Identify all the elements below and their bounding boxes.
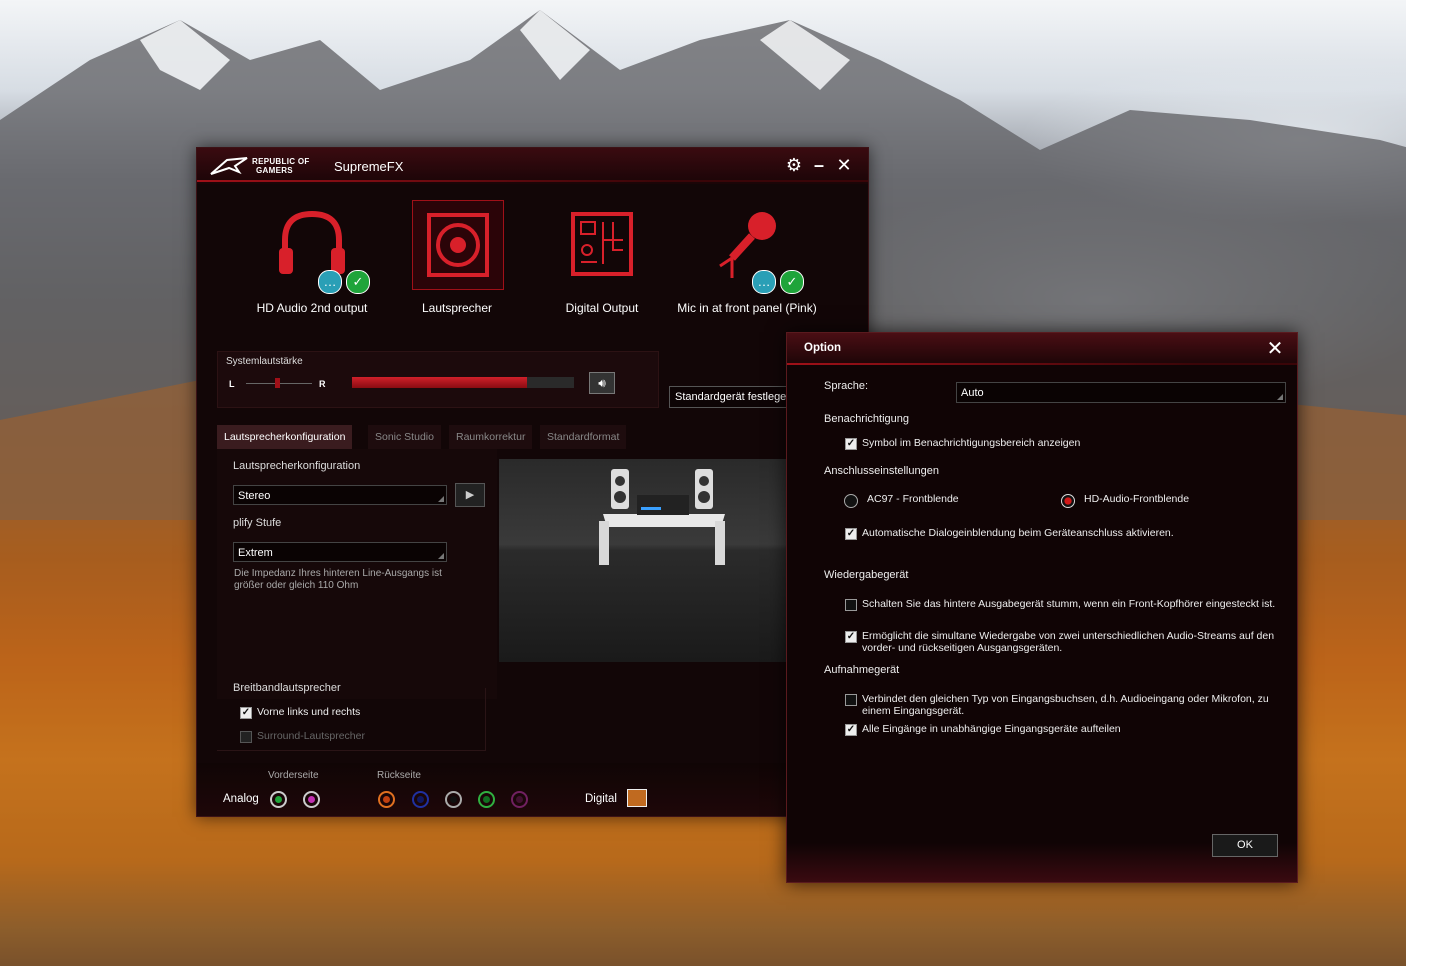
mute-rear-label: Schalten Sie das hintere Ausgabegerät st… (862, 598, 1276, 610)
front-pink-jack[interactable] (303, 791, 320, 808)
simultaneous-playback-label: Ermöglicht die simultane Wiedergabe von … (862, 630, 1275, 654)
app-title: SupremeFX (334, 159, 404, 174)
split-inputs-checkbox[interactable]: ✓ (845, 724, 857, 736)
tab-sonic-studio[interactable]: Sonic Studio (368, 425, 441, 449)
front-green-jack[interactable] (270, 791, 287, 808)
mute-rear-checkbox[interactable] (845, 599, 857, 611)
chat-badge-icon: … (318, 270, 342, 294)
ok-button[interactable]: OK (1212, 834, 1278, 857)
tab-room-correction[interactable]: Raumkorrektur (449, 425, 533, 449)
circuit-board-icon (571, 212, 633, 276)
tab-speaker-config[interactable]: Lautsprecherkonfiguration (217, 425, 353, 449)
speaker-stand-illustration (599, 469, 725, 565)
hd-audio-radio[interactable] (1061, 494, 1075, 508)
tray-icon-checkbox[interactable]: ✓ (845, 438, 857, 450)
front-left-right-label: Vorne links und rechts (257, 706, 361, 718)
tab-default-format[interactable]: Standardformat (540, 425, 627, 449)
volume-slider-fill (352, 377, 528, 388)
balance-left-label: L (229, 379, 235, 389)
back-green-jack[interactable] (478, 791, 495, 808)
back-black-jack[interactable] (445, 791, 462, 808)
amplifier-level-label: plify Stufe (233, 517, 282, 529)
ac97-radio[interactable] (844, 494, 858, 508)
system-volume-title: Systemlautstärke (226, 356, 303, 367)
language-dropdown[interactable]: Auto (956, 382, 1286, 403)
split-inputs-label: Alle Eingänge in unabhängige Eingangsger… (862, 723, 1121, 735)
speaker-mute-icon[interactable]: 🔊︎ (589, 372, 615, 394)
digital-output-icon[interactable] (627, 789, 647, 807)
impedance-info-text: Die Impedanz Ihres hinteren Line-Ausgang… (234, 568, 442, 591)
device-digital-output[interactable]: Digital Output (537, 198, 667, 318)
ac97-label: AC97 - Frontblende (867, 493, 959, 505)
digital-label: Digital (585, 793, 617, 805)
headphones-icon (279, 210, 345, 274)
surround-checkbox[interactable] (240, 731, 252, 743)
back-blue-jack[interactable] (412, 791, 429, 808)
front-jacks-label: Vorderseite (268, 770, 319, 781)
close-button[interactable]: ✕ (835, 156, 853, 174)
speaker-preview-image (499, 459, 799, 662)
title-bar: REPUBLIC OF GAMERS SupremeFX ⚙ – ✕ (197, 148, 868, 184)
back-pink-jack[interactable] (511, 791, 528, 808)
device-lautsprecher[interactable]: Lautsprecher (392, 198, 522, 318)
speaker-config-label: Lautsprecherkonfiguration (233, 460, 361, 472)
front-left-right-checkbox[interactable]: ✓ (240, 707, 252, 719)
microphone-icon (719, 212, 776, 278)
tray-icon-label: Symbol im Benachrichtigungsbereich anzei… (862, 437, 1081, 449)
option-dialog: Option ✕ Sprache: Auto Benachrichtigung … (786, 332, 1298, 883)
speaker-icon (412, 200, 504, 290)
playback-section-title: Wiedergabegerät (824, 569, 909, 581)
supremefx-window: REPUBLIC OF GAMERS SupremeFX ⚙ – ✕ … ✓ H… (196, 147, 869, 817)
balance-slider-handle[interactable] (275, 378, 280, 388)
join-inputs-checkbox[interactable] (845, 694, 857, 706)
minimize-button[interactable]: – (810, 156, 828, 174)
chat-badge-icon: … (752, 270, 776, 294)
option-close-button[interactable]: ✕ (1265, 339, 1285, 359)
connection-section-title: Anschlusseinstellungen (824, 465, 939, 477)
title-bar-accent (197, 180, 868, 182)
surround-label: Surround-Lautsprecher (257, 730, 365, 742)
auto-popup-label: Automatische Dialogeinblendung beim Gerä… (862, 527, 1174, 539)
logo-line1: REPUBLIC OF (252, 157, 310, 166)
option-title-bar: Option ✕ (787, 333, 1297, 365)
amplifier-level-dropdown[interactable]: Extrem (233, 542, 447, 562)
logo-line2: GAMERS (256, 166, 293, 175)
record-section-title: Aufnahmegerät (824, 664, 900, 676)
join-inputs-label: Verbindet den gleichen Typ von Eingangsb… (862, 693, 1269, 717)
option-title: Option (804, 342, 842, 354)
balance-right-label: R (319, 379, 326, 389)
speaker-config-dropdown[interactable]: Stereo (233, 485, 447, 505)
language-label: Sprache: (824, 380, 869, 392)
check-badge-icon: ✓ (780, 270, 804, 294)
system-volume-panel: Systemlautstärke L R 🔊︎ (217, 351, 659, 408)
back-jacks-label: Rückseite (377, 770, 421, 781)
device-label: Mic in at front panel (Pink) (677, 301, 817, 315)
rog-logo-icon (210, 157, 248, 175)
simultaneous-playback-checkbox[interactable]: ✓ (845, 631, 857, 643)
device-mic-front-panel[interactable]: … ✓ Mic in at front panel (Pink) (677, 198, 817, 318)
notification-section-title: Benachrichtigung (824, 413, 910, 425)
auto-popup-checkbox[interactable]: ✓ (845, 528, 857, 540)
play-test-button[interactable]: ▶ (455, 483, 485, 507)
check-badge-icon: ✓ (346, 270, 370, 294)
option-title-accent (787, 363, 1297, 365)
back-orange-jack[interactable] (378, 791, 395, 808)
device-hd-audio-2nd-output[interactable]: … ✓ HD Audio 2nd output (247, 198, 377, 318)
analog-label: Analog (223, 793, 259, 805)
hd-audio-label: HD-Audio-Frontblende (1084, 493, 1190, 505)
volume-slider[interactable] (352, 377, 574, 388)
rog-logo-text: REPUBLIC OF GAMERS (252, 157, 310, 175)
settings-gear-icon[interactable]: ⚙ (785, 156, 803, 174)
